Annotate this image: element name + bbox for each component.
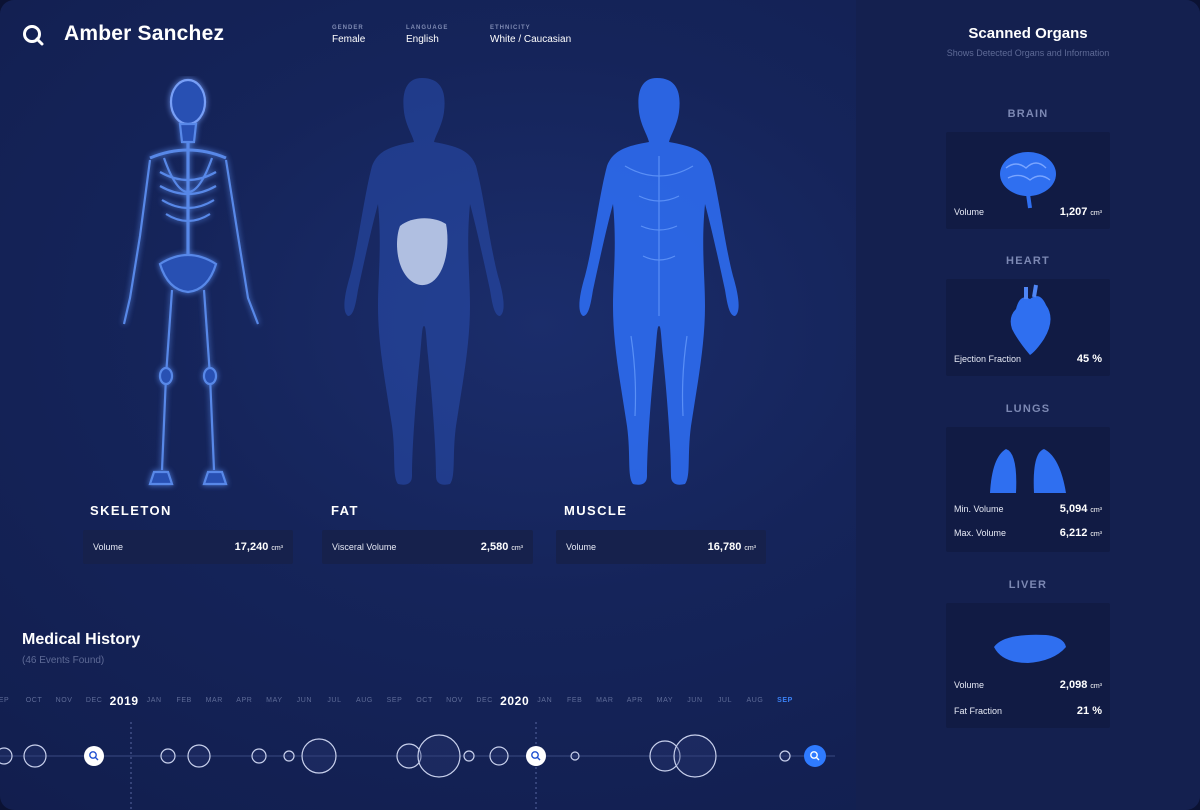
timeline-month-label[interactable]: OCT (26, 697, 43, 704)
timeline-month-label[interactable]: MAR (206, 697, 223, 704)
event-bubble (489, 746, 509, 766)
timeline-month-label[interactable]: JUN (297, 697, 312, 704)
timeline-month-label[interactable]: APR (627, 697, 643, 704)
event-bubble (463, 750, 475, 762)
scanned-organs-subtitle: Shows Detected Organs and Information (946, 48, 1110, 58)
fat-title: FAT (331, 503, 359, 518)
timeline-month-label[interactable]: NOV (56, 697, 73, 704)
timeline-month-label[interactable]: MAR (596, 697, 613, 704)
event-search-marker[interactable] (84, 746, 104, 766)
event-bubble (160, 748, 176, 764)
event-search-marker[interactable] (526, 746, 546, 766)
muscle-figure[interactable] (555, 76, 760, 491)
event-bubble (417, 734, 461, 778)
brain-card[interactable]: Volume 1,207 cm³ (946, 132, 1110, 229)
liver-title: LIVER (1008, 579, 1048, 591)
patient-name: Amber Sanchez (64, 22, 225, 45)
timeline-month-label[interactable]: JAN (147, 697, 162, 704)
scanned-organs-title: Scanned Organs (968, 25, 1088, 42)
timeline-month-label[interactable]: JUL (327, 697, 341, 704)
skeleton-title: SKELETON (90, 503, 172, 518)
lungs-card[interactable]: Min. Volume 5,094 cm³ Max. Volume 6,212 cm… (946, 427, 1110, 552)
event-bubble (187, 744, 211, 768)
medical-history-title: Medical History (22, 631, 141, 648)
medical-history-count: (46 Events Found) (22, 655, 105, 666)
timeline-month-label[interactable]: EP (0, 697, 9, 704)
brain-title: BRAIN (1007, 108, 1049, 120)
medical-history-timeline[interactable] (0, 714, 850, 810)
timeline-month-label[interactable]: FEB (177, 697, 192, 704)
timeline-month-label[interactable]: JAN (537, 697, 552, 704)
timeline-month-label[interactable]: FEB (567, 697, 582, 704)
timeline-month-label[interactable]: JUN (687, 697, 702, 704)
language-field: LANGUAGE English (406, 25, 449, 45)
search-logo-icon (23, 25, 44, 46)
heart-card[interactable]: Ejection Fraction 45 % (946, 279, 1110, 376)
timeline-month-label[interactable]: APR (236, 697, 252, 704)
event-bubble (0, 747, 13, 765)
timeline-month-label[interactable]: SEP (777, 697, 793, 704)
timeline-months: EP OCT NOV DEC 2019 JAN FEB MAR APR MAY JUN JUL AUG S… (0, 694, 850, 708)
event-bubble (301, 738, 337, 774)
gender-field: GENDER Female (332, 25, 366, 45)
event-bubble (283, 750, 295, 762)
timeline-month-label[interactable]: JUL (718, 697, 732, 704)
skeleton-figure[interactable] (110, 76, 295, 491)
event-bubble (673, 734, 717, 778)
liver-card[interactable]: Volume 2,098 cm³ Fat Fraction 21 % (946, 603, 1110, 728)
event-bubble (396, 743, 422, 769)
timeline-month-label[interactable]: MAY (657, 697, 673, 704)
timeline-month-label[interactable]: NOV (446, 697, 463, 704)
event-search-marker-active[interactable] (804, 745, 826, 767)
muscle-title: MUSCLE (564, 503, 628, 518)
timeline-month-label[interactable]: AUG (747, 697, 764, 704)
timeline-month-label[interactable]: DEC (476, 697, 493, 704)
event-bubble (251, 748, 267, 764)
muscle-volume-card: Volume 16,780 cm³ (556, 530, 766, 564)
timeline-year-label[interactable]: 2019 (110, 694, 139, 708)
event-bubble (570, 751, 580, 761)
timeline-month-label[interactable]: DEC (86, 697, 103, 704)
fat-figure[interactable] (322, 76, 527, 491)
skeleton-volume-card: Volume 17,240 cm³ (83, 530, 293, 564)
timeline-year-label[interactable]: 2020 (500, 694, 529, 708)
app-frame: Amber Sanchez GENDER Female LANGUAGE Eng… (0, 0, 1200, 810)
timeline-month-label[interactable]: OCT (416, 697, 433, 704)
event-bubble (779, 750, 791, 762)
timeline-month-label[interactable]: SEP (387, 697, 403, 704)
fat-volume-card: Visceral Volume 2,580 cm³ (322, 530, 533, 564)
event-bubble (23, 744, 47, 768)
timeline-month-label[interactable]: AUG (356, 697, 373, 704)
timeline-month-label[interactable]: MAY (266, 697, 282, 704)
lungs-title: LUNGS (1005, 403, 1051, 415)
ethnicity-field: ETHNICITY White / Caucasian (490, 25, 572, 45)
heart-title: HEART (1006, 255, 1050, 267)
